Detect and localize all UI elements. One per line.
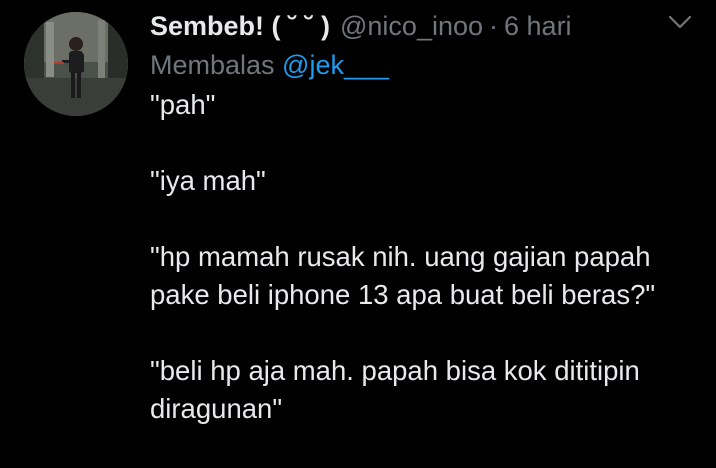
mention-link[interactable]: @jek___ [282,50,389,80]
avatar[interactable] [24,12,128,116]
timestamp[interactable]: 6 hari [504,6,572,46]
tweet-paragraph: "iya mah" [150,165,266,196]
replying-prefix: Membalas [150,50,283,80]
tweet-content: Sembeb! ( ˘ ˘ ) @nico_inoo · 6 hari Memb… [150,6,696,428]
user-handle[interactable]: @nico_inoo [340,6,483,46]
tweet-paragraph: "hp mamah rusak nih. uang gajian papah p… [150,241,659,310]
tweet[interactable]: Sembeb! ( ˘ ˘ ) @nico_inoo · 6 hari Memb… [0,0,716,468]
replying-to: Membalas @jek___ [150,46,696,86]
tweet-paragraph: "beli hp aja mah. papah bisa kok dititip… [150,355,648,424]
tweet-text: "pah" "iya mah" "hp mamah rusak nih. uan… [150,86,696,428]
display-name[interactable]: Sembeb! ( ˘ ˘ ) [150,6,330,46]
tweet-paragraph: "pah" [150,89,216,120]
separator-dot: · [489,11,499,41]
profile-photo [24,12,128,116]
chevron-down-icon[interactable] [666,12,694,32]
tweet-header: Sembeb! ( ˘ ˘ ) @nico_inoo · 6 hari [150,6,696,46]
